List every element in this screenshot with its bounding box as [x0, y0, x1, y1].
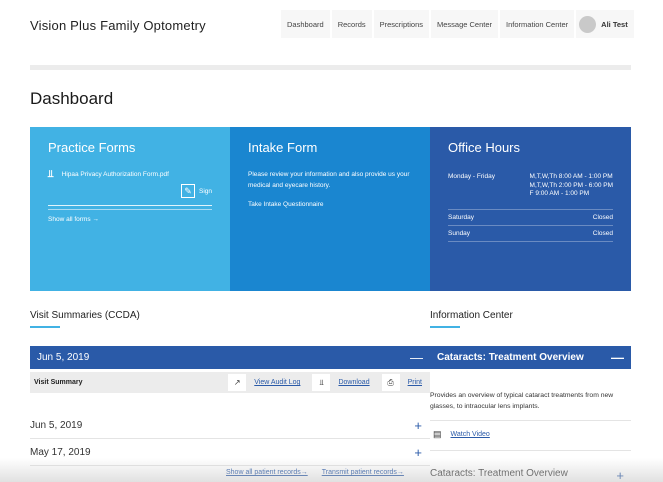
- hours-time: Closed: [592, 213, 613, 221]
- section-underline: [430, 326, 460, 328]
- take-intake-questionnaire-link[interactable]: Take Intake Questionnaire: [248, 201, 412, 208]
- sign-icon: ✎: [180, 184, 195, 198]
- visit-row[interactable]: May 17, 2019 +: [30, 439, 430, 466]
- hours-day: Sunday: [448, 229, 471, 237]
- pdf-icon: ⫫: [48, 169, 54, 180]
- nav-information-center[interactable]: Information Center: [500, 10, 575, 38]
- nav-prescriptions[interactable]: Prescriptions: [373, 10, 429, 38]
- visit-row-date: May 17, 2019: [30, 446, 91, 458]
- visit-summary-bar: Visit Summary ↗ View Audit Log ⫫ Downloa…: [30, 372, 430, 393]
- patient-record-links: Show all patient records→ Transmit patie…: [226, 469, 404, 476]
- info-item-title: Cataracts: Treatment Overview: [430, 468, 568, 479]
- visit-accordion-header[interactable]: Jun 5, 2019 —: [30, 346, 430, 369]
- transmit-patient-records-link[interactable]: Transmit patient records→: [322, 469, 404, 476]
- visit-summary-label: Visit Summary: [34, 379, 83, 386]
- hours-time: M,T,W,Th 2:00 PM - 6:00 PM: [529, 181, 613, 189]
- hours-time: M,T,W,Th 8:00 AM - 1:00 PM: [529, 173, 613, 180]
- hours-times: M,T,W,Th 8:00 AM - 1:00 PM M,T,W,Th 2:00…: [530, 173, 613, 199]
- avatar: [579, 15, 597, 33]
- nav-dashboard[interactable]: Dashboard: [281, 10, 330, 38]
- print-label: Print: [407, 379, 422, 386]
- top-nav: Dashboard Records Prescriptions Message …: [281, 10, 634, 38]
- divider: [430, 450, 631, 451]
- expand-icon[interactable]: +: [616, 468, 624, 482]
- user-menu[interactable]: Ali Test: [576, 10, 634, 38]
- practice-name: Vision Plus Family Optometry: [30, 18, 206, 33]
- page-title: Dashboard: [30, 89, 114, 108]
- download-button[interactable]: ⫫ Download: [312, 374, 370, 391]
- intake-description: Please review your information and also …: [248, 171, 410, 189]
- external-link-icon: ↗: [228, 374, 247, 391]
- divider: [48, 205, 212, 206]
- printer-icon: ⎙: [381, 374, 400, 391]
- intake-form-card: Intake Form Please review your informati…: [230, 127, 430, 291]
- nav-records[interactable]: Records: [331, 10, 372, 38]
- intake-form-title: Intake Form: [248, 140, 318, 155]
- show-all-forms-link[interactable]: Show all forms →: [48, 216, 212, 223]
- expand-icon[interactable]: +: [414, 445, 422, 460]
- info-accordion-item[interactable]: Cataracts: Treatment Overview +: [430, 468, 631, 482]
- sign-button[interactable]: ✎ Sign: [48, 184, 212, 198]
- practice-forms-card: Practice Forms ⫫ Hipaa Privacy Authoriza…: [30, 127, 230, 291]
- watch-video-label: Watch Video: [450, 431, 490, 438]
- practice-forms-title: Practice Forms: [48, 140, 136, 155]
- expand-icon[interactable]: +: [414, 418, 422, 433]
- show-all-patient-records-link[interactable]: Show all patient records→: [226, 469, 308, 476]
- section-underline: [30, 326, 60, 328]
- download-label: Download: [338, 379, 370, 386]
- visit-date: Jun 5, 2019: [37, 352, 90, 363]
- divider: [48, 209, 212, 210]
- office-hours-card: Office Hours Monday - Friday M,T,W,Th 8:…: [430, 127, 631, 291]
- hours-day: Saturday: [448, 213, 475, 221]
- info-item-title: Cataracts: Treatment Overview: [437, 352, 584, 363]
- hours-row-saturday: Saturday Closed: [448, 210, 613, 226]
- print-button[interactable]: ⎙ Print: [381, 374, 422, 391]
- info-item-description: Provides an overview of typical cataract…: [430, 392, 614, 410]
- visit-row-date: Jun 5, 2019: [30, 419, 83, 431]
- visit-summaries-title: Visit Summaries (CCDA): [30, 310, 140, 321]
- view-audit-log-button[interactable]: ↗ View Audit Log: [228, 374, 300, 391]
- hours-row-weekday: Monday - Friday M,T,W,Th 8:00 AM - 1:00 …: [448, 169, 613, 210]
- form-file-name: Hipaa Privacy Authorization Form.pdf: [61, 171, 169, 178]
- collapse-icon[interactable]: —: [611, 351, 624, 364]
- sign-label: Sign: [198, 187, 212, 195]
- divider: [430, 420, 631, 421]
- film-icon: ▤: [433, 429, 442, 439]
- hours-day: Monday - Friday: [448, 173, 495, 180]
- view-audit-log-label: View Audit Log: [254, 379, 301, 386]
- form-file-link[interactable]: ⫫ Hipaa Privacy Authorization Form.pdf: [48, 169, 212, 180]
- pdf-icon: ⫫: [312, 374, 331, 391]
- info-accordion-header[interactable]: Cataracts: Treatment Overview —: [430, 346, 631, 369]
- collapse-icon[interactable]: —: [410, 351, 423, 364]
- user-name: Ali Test: [601, 19, 628, 29]
- watch-video-link[interactable]: ▤ Watch Video: [433, 429, 490, 440]
- information-center-title: Information Center: [430, 310, 513, 321]
- hours-row-sunday: Sunday Closed: [448, 226, 613, 242]
- visit-row[interactable]: Jun 5, 2019 +: [30, 412, 430, 439]
- office-hours-title: Office Hours: [448, 140, 521, 155]
- hours-time: Closed: [592, 229, 613, 237]
- header-divider: [30, 65, 631, 70]
- hours-time: F 9:00 AM - 1:00 PM: [529, 190, 590, 197]
- nav-message-center[interactable]: Message Center: [431, 10, 499, 38]
